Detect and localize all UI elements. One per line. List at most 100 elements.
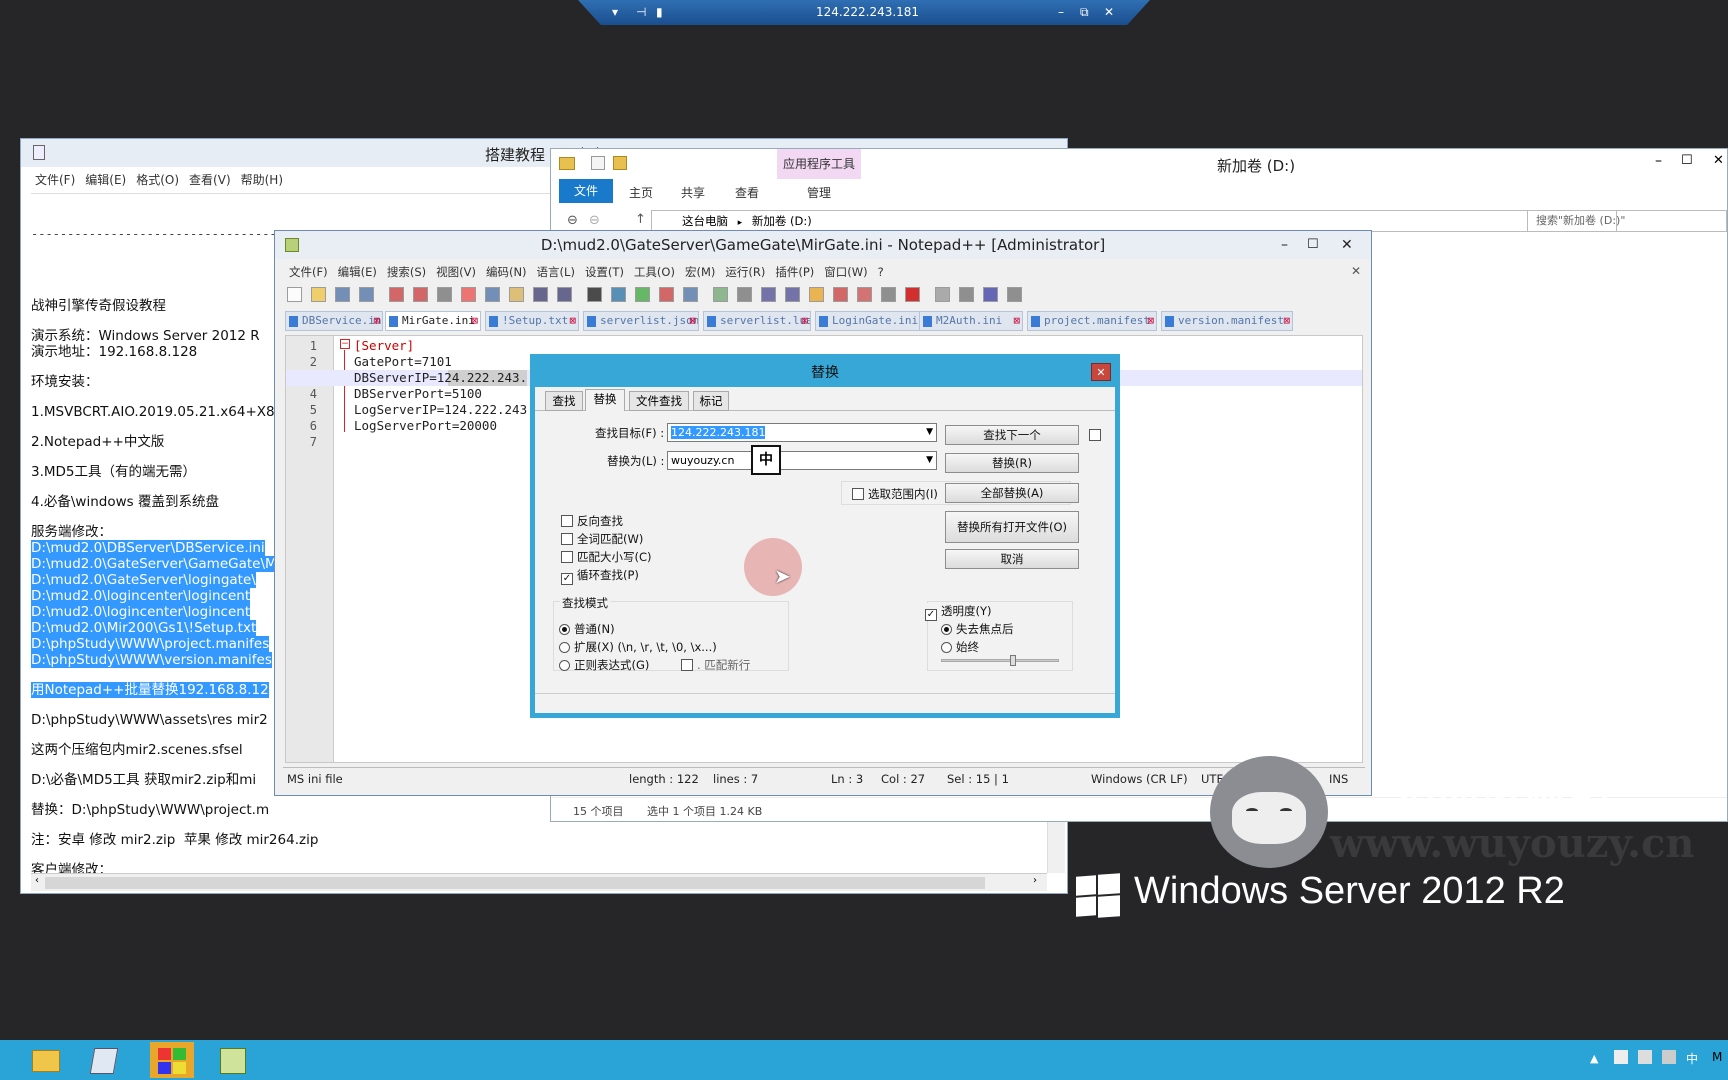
- close-icon[interactable]: ✕: [1104, 5, 1114, 19]
- toolbar-button-icon[interactable]: [959, 287, 974, 302]
- horizontal-scrollbar[interactable]: ‹ ›: [31, 873, 1047, 891]
- chevron-down-icon[interactable]: ▼: [926, 424, 933, 441]
- toolbar-button-icon[interactable]: [833, 287, 848, 302]
- file-tab[interactable]: MirGate.ini ⊠: [385, 311, 481, 331]
- tray-up-icon[interactable]: ▲: [1590, 1052, 1598, 1065]
- menu-item[interactable]: 插件(P): [775, 265, 814, 279]
- menu-item[interactable]: 帮助(H): [241, 173, 283, 187]
- search-mode-option[interactable]: 正则表达式(G): [559, 657, 649, 673]
- close-tab-icon[interactable]: ⊠: [1283, 312, 1290, 330]
- search-mode-option[interactable]: 扩展(X) (\n, \r, \t, \0, \x...): [559, 639, 717, 655]
- checkbox[interactable]: ✓: [561, 573, 573, 585]
- minimize-icon[interactable]: –: [1058, 5, 1064, 19]
- maximize-icon[interactable]: ☐: [1681, 153, 1693, 168]
- toolbar-button-icon[interactable]: [761, 287, 776, 302]
- file-tab[interactable]: serverlist.json ⊠: [583, 311, 699, 331]
- find-input[interactable]: 124.222.243.181 ▼: [667, 423, 937, 442]
- dialog-tab[interactable]: 文件查找: [629, 391, 689, 411]
- up-icon[interactable]: ↑: [635, 212, 646, 227]
- tab-home[interactable]: 主页: [629, 184, 653, 201]
- toolbar-button-icon[interactable]: [557, 287, 572, 302]
- toolbar-button-icon[interactable]: [335, 287, 350, 302]
- menu-item[interactable]: ?: [878, 265, 884, 279]
- file-tab[interactable]: DBService.ini ⊠: [285, 311, 383, 331]
- toolbar-button-icon[interactable]: [533, 287, 548, 302]
- close-doc-icon[interactable]: ✕: [1351, 264, 1361, 278]
- transparency-mode-option[interactable]: 始终: [941, 639, 979, 655]
- close-icon[interactable]: ✕: [1713, 153, 1724, 168]
- toolbar-button-icon[interactable]: [461, 287, 476, 302]
- close-tab-icon[interactable]: ⊠: [471, 312, 478, 330]
- toolbar-button-icon[interactable]: [983, 287, 998, 302]
- search-mode-option[interactable]: 普通(N): [559, 621, 615, 637]
- menu-item[interactable]: 查看(V): [189, 173, 231, 187]
- close-tab-icon[interactable]: ⊠: [373, 312, 380, 330]
- tab-view[interactable]: 查看: [735, 184, 759, 201]
- menu-item[interactable]: 运行(R): [725, 265, 765, 279]
- dialog-tab[interactable]: 替换: [585, 389, 625, 411]
- find-next-button[interactable]: 查找下一个: [945, 425, 1079, 445]
- breadcrumb-drive[interactable]: 新加卷 (D:): [752, 214, 812, 228]
- file-explorer-taskbar-icon[interactable]: [24, 1042, 68, 1078]
- tab-manage[interactable]: 管理: [807, 184, 831, 201]
- match-newline-option[interactable]: . 匹配新行: [681, 657, 750, 673]
- toolbar-button-icon[interactable]: [287, 287, 302, 302]
- toolbar-button-icon[interactable]: [485, 287, 500, 302]
- tray-network-icon[interactable]: [1638, 1050, 1652, 1064]
- transparency-mode-option[interactable]: 失去焦点后: [941, 621, 1014, 637]
- file-tab[interactable]: project.manifest ⊠: [1027, 311, 1157, 331]
- ime-indicator[interactable]: 中: [751, 445, 781, 475]
- search-option[interactable]: 全词匹配(W): [561, 531, 643, 547]
- toolbar-button-icon[interactable]: [413, 287, 428, 302]
- toolbar-button-icon[interactable]: [935, 287, 950, 302]
- menu-item[interactable]: 设置(T): [585, 265, 624, 279]
- close-tab-icon[interactable]: ⊠: [1013, 312, 1020, 330]
- toolbar-button-icon[interactable]: [809, 287, 824, 302]
- checkbox[interactable]: ✓: [925, 609, 937, 621]
- explorer-search-input[interactable]: 搜索"新加卷 (D:)": [1527, 210, 1727, 232]
- transparency-slider[interactable]: [941, 655, 1059, 666]
- tray-volume-icon[interactable]: [1662, 1050, 1676, 1064]
- properties-icon[interactable]: [591, 156, 605, 170]
- toolbar-button-icon[interactable]: [881, 287, 896, 302]
- pin-icon[interactable]: ⊣: [636, 5, 646, 19]
- toolbar-button-icon[interactable]: [857, 287, 872, 302]
- search-option[interactable]: ✓ 循环查找(P): [561, 567, 639, 585]
- menu-item[interactable]: 文件(F): [289, 265, 328, 279]
- toolbar-button-icon[interactable]: [683, 287, 698, 302]
- toolbar-button-icon[interactable]: [389, 287, 404, 302]
- toolbar-button-icon[interactable]: [311, 287, 326, 302]
- toolbar-button-icon[interactable]: [905, 287, 920, 302]
- replace-all-button[interactable]: 全部替换(A): [945, 483, 1079, 503]
- file-tab[interactable]: version.manifest ⊠: [1161, 311, 1293, 331]
- toolbar-button-icon[interactable]: [785, 287, 800, 302]
- menu-item[interactable]: 语言(L): [537, 265, 575, 279]
- close-tab-icon[interactable]: ⊠: [569, 312, 576, 330]
- scroll-right-icon[interactable]: ›: [1033, 875, 1037, 886]
- menu-item[interactable]: 视图(V): [436, 265, 476, 279]
- forward-icon[interactable]: ⊖: [589, 213, 600, 228]
- start-apps-taskbar-icon[interactable]: [150, 1042, 194, 1078]
- tab-share[interactable]: 共享: [681, 184, 705, 201]
- tray-flag-icon[interactable]: [1614, 1050, 1628, 1064]
- menu-item[interactable]: 编码(N): [486, 265, 527, 279]
- radio[interactable]: [941, 642, 952, 653]
- dialog-tab[interactable]: 标记: [693, 391, 729, 411]
- toolbar-button-icon[interactable]: [659, 287, 674, 302]
- close-icon[interactable]: ✕: [1091, 363, 1111, 381]
- breadcrumb-this-pc[interactable]: 这台电脑: [682, 214, 728, 228]
- toolbar-button-icon[interactable]: [737, 287, 752, 302]
- file-tab[interactable]: M2Auth.ini ⊠: [919, 311, 1023, 331]
- menu-item[interactable]: 宏(M): [685, 265, 715, 279]
- checkbox[interactable]: [852, 488, 864, 500]
- file-tab[interactable]: serverlist.lua ⊠: [703, 311, 811, 331]
- menu-item[interactable]: 工具(O): [634, 265, 675, 279]
- close-tab-icon[interactable]: ⊠: [1147, 312, 1154, 330]
- toolbar-button-icon[interactable]: [587, 287, 602, 302]
- file-tab[interactable]: !Setup.txt ⊠: [485, 311, 579, 331]
- fold-icon[interactable]: −: [340, 339, 350, 349]
- search-option[interactable]: 反向查找: [561, 513, 623, 529]
- dialog-tab[interactable]: 查找: [545, 391, 583, 411]
- cancel-button[interactable]: 取消: [945, 549, 1079, 569]
- replace-input[interactable]: wuyouzy.cn ▼: [667, 451, 937, 470]
